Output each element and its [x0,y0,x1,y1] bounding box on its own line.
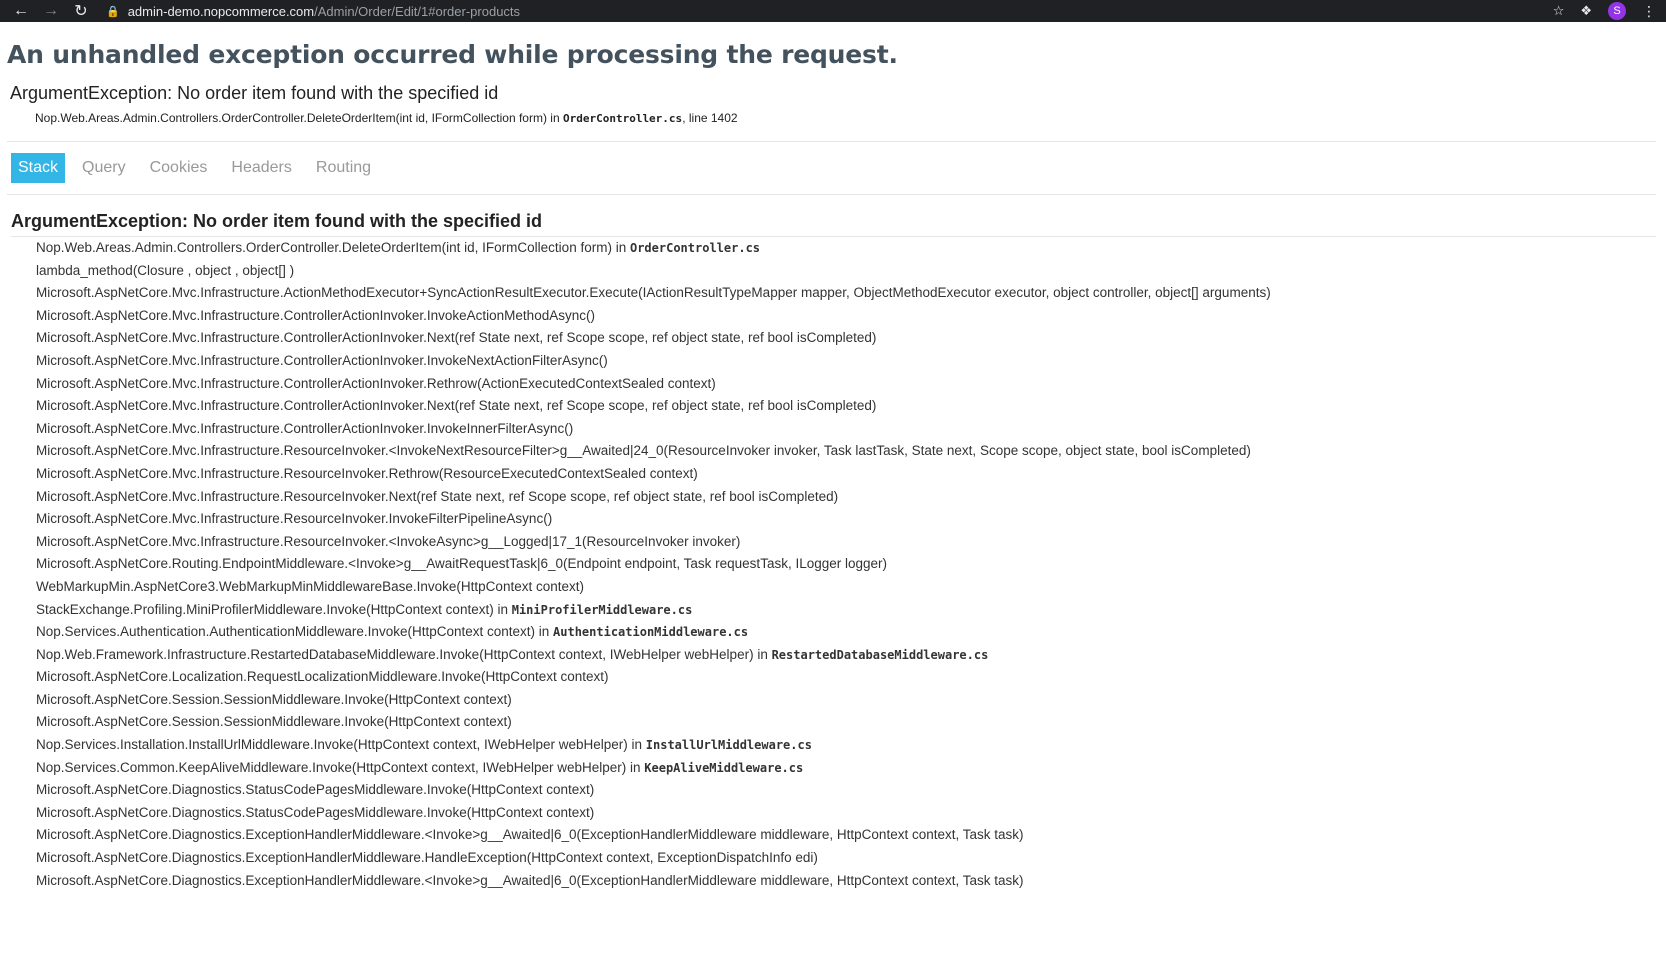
exception-message: ArgumentException: No order item found w… [10,83,499,103]
frame-method: Microsoft.AspNetCore.Mvc.Infrastructure.… [36,488,839,504]
frame-method: Microsoft.AspNetCore.Mvc.Infrastructure.… [36,352,608,368]
stack-frame[interactable]: Microsoft.AspNetCore.Mvc.Infrastructure.… [36,463,1656,486]
url-host: admin-demo.nopcommerce.com [127,3,315,19]
frame-method: Microsoft.AspNetCore.Mvc.Infrastructure.… [36,511,553,527]
bookmark-star-icon[interactable]: ☆ [1553,3,1565,19]
stack-frame[interactable]: Microsoft.AspNetCore.Mvc.Infrastructure.… [36,440,1656,463]
stack-frame[interactable]: Microsoft.AspNetCore.Mvc.Infrastructure.… [36,395,1656,418]
frame-file: KeepAliveMiddleware.cs [644,760,804,775]
page-title: An unhandled exception occurred while pr… [7,40,898,69]
stack-frame[interactable]: Nop.Web.Framework.Infrastructure.Restart… [36,644,1656,667]
stack-frame[interactable]: Microsoft.AspNetCore.Session.SessionMidd… [36,689,1656,712]
tab-stack[interactable]: Stack [11,153,66,183]
frame-file: MiniProfilerMiddleware.cs [511,602,693,617]
frame-method: Microsoft.AspNetCore.Diagnostics.Excepti… [36,827,1024,843]
frame-method: Microsoft.AspNetCore.Routing.EndpointMid… [36,556,888,572]
stack-frame[interactable]: Microsoft.AspNetCore.Diagnostics.Excepti… [36,870,1656,893]
stack-frame[interactable]: Microsoft.AspNetCore.Session.SessionMidd… [36,711,1656,734]
stack-frame[interactable]: Microsoft.AspNetCore.Mvc.Infrastructure.… [36,531,1656,554]
url-path: /Admin/Order/Edit/1#order-products [314,3,521,19]
frame-file: RestartedDatabaseMiddleware.cs [771,647,989,662]
frame-method: Microsoft.AspNetCore.Session.SessionMidd… [36,714,512,730]
stack-frame[interactable]: Microsoft.AspNetCore.Mvc.Infrastructure.… [36,508,1656,531]
frame-method: Nop.Services.Authentication.Authenticati… [36,624,554,640]
tab-query[interactable]: Query [75,153,133,183]
stack-frame[interactable]: lambda_method(Closure , object , object[… [36,260,1656,283]
location-method: Nop.Web.Areas.Admin.Controllers.OrderCon… [35,111,563,125]
frame-file: InstallUrlMiddleware.cs [645,738,812,753]
frame-method: Microsoft.AspNetCore.Mvc.Infrastructure.… [36,330,877,346]
frame-file: OrderController.cs [629,241,761,255]
stack-frame[interactable]: Microsoft.AspNetCore.Routing.EndpointMid… [36,553,1656,576]
stack-frame[interactable]: Microsoft.AspNetCore.Diagnostics.Excepti… [36,847,1656,870]
error-page: An unhandled exception occurred while pr… [0,40,1666,892]
tab-routing[interactable]: Routing [309,153,378,183]
frame-method: Microsoft.AspNetCore.Diagnostics.Excepti… [36,872,1024,888]
back-icon[interactable]: ← [10,2,32,20]
stack-frame[interactable]: Microsoft.AspNetCore.Diagnostics.StatusC… [36,779,1656,802]
stack-frame[interactable]: Microsoft.AspNetCore.Mvc.Infrastructure.… [36,350,1656,373]
address-bar[interactable]: 🔒 admin-demo.nopcommerce.com/Admin/Order… [106,4,520,19]
stack-frame[interactable]: WebMarkupMin.AspNetCore3.WebMarkupMinMid… [36,576,1656,599]
frame-method: Nop.Services.Common.KeepAliveMiddleware.… [36,759,645,775]
frame-method: Microsoft.AspNetCore.Mvc.Infrastructure.… [36,443,1251,459]
stack-frame[interactable]: Microsoft.AspNetCore.Localization.Reques… [36,666,1656,689]
frame-method: Microsoft.AspNetCore.Localization.Reques… [36,669,609,685]
browser-menu-icon[interactable]: ⋮ [1642,3,1656,20]
frame-method: Microsoft.AspNetCore.Mvc.Infrastructure.… [36,533,741,549]
stack-frame[interactable]: Microsoft.AspNetCore.Mvc.Infrastructure.… [36,373,1656,396]
frame-file: AuthenticationMiddleware.cs [553,625,749,640]
extensions-icon[interactable]: ❖ [1580,3,1592,19]
frame-method: Microsoft.AspNetCore.Session.SessionMidd… [36,691,512,707]
tab-headers[interactable]: Headers [224,153,298,183]
location-file: OrderController.cs [562,112,683,125]
frame-method: Microsoft.AspNetCore.Diagnostics.StatusC… [36,804,595,820]
frame-method: StackExchange.Profiling.MiniProfilerMidd… [36,601,512,617]
frame-method: Microsoft.AspNetCore.Diagnostics.Excepti… [36,850,818,866]
frame-method: lambda_method(Closure , object , object[… [36,262,295,278]
location-line: , line 1402 [682,111,738,125]
stack-heading: ArgumentException: No order item found w… [11,211,1656,237]
lock-icon: 🔒 [106,5,120,18]
tab-cookies[interactable]: Cookies [143,153,215,183]
reload-icon[interactable]: ↻ [70,1,92,21]
profile-avatar[interactable]: S [1608,2,1626,20]
frame-method: Microsoft.AspNetCore.Mvc.Infrastructure.… [36,398,877,414]
stack-frame[interactable]: StackExchange.Profiling.MiniProfilerMidd… [36,599,1656,622]
frame-method: Microsoft.AspNetCore.Mvc.Infrastructure.… [36,375,716,391]
frame-method: Nop.Web.Framework.Infrastructure.Restart… [36,646,772,662]
frame-method: WebMarkupMin.AspNetCore3.WebMarkupMinMid… [36,578,584,594]
forward-icon[interactable]: → [40,2,62,20]
stack-frame[interactable]: Nop.Services.Authentication.Authenticati… [36,621,1656,644]
stack-frame[interactable]: Microsoft.AspNetCore.Mvc.Infrastructure.… [36,305,1656,328]
frame-method: Microsoft.AspNetCore.Mvc.Infrastructure.… [36,285,1271,301]
frame-method: Microsoft.AspNetCore.Mvc.Infrastructure.… [36,465,698,481]
stack-frame[interactable]: Microsoft.AspNetCore.Mvc.Infrastructure.… [36,418,1656,441]
stack-frame[interactable]: Nop.Web.Areas.Admin.Controllers.OrderCon… [36,237,1656,260]
stack-frame[interactable]: Microsoft.AspNetCore.Diagnostics.Excepti… [36,824,1656,847]
browser-toolbar: ← → ↻ 🔒 admin-demo.nopcommerce.com/Admin… [0,0,1666,22]
stack-frame[interactable]: Nop.Services.Installation.InstallUrlMidd… [36,734,1656,757]
stack-frame[interactable]: Nop.Services.Common.KeepAliveMiddleware.… [36,757,1656,780]
tab-bar: Stack Query Cookies Headers Routing [7,141,1656,195]
frame-method: Microsoft.AspNetCore.Mvc.Infrastructure.… [36,307,595,323]
stack-frame-list: Nop.Web.Areas.Admin.Controllers.OrderCon… [7,237,1656,892]
frame-method: Microsoft.AspNetCore.Diagnostics.StatusC… [36,782,595,798]
frame-method: Nop.Services.Installation.InstallUrlMidd… [36,737,646,753]
stack-frame[interactable]: Microsoft.AspNetCore.Mvc.Infrastructure.… [36,282,1656,305]
stack-frame[interactable]: Microsoft.AspNetCore.Diagnostics.StatusC… [36,802,1656,825]
exception-location: Nop.Web.Areas.Admin.Controllers.OrderCon… [35,111,1656,125]
stack-frame[interactable]: Microsoft.AspNetCore.Mvc.Infrastructure.… [36,486,1656,509]
frame-method: Nop.Web.Areas.Admin.Controllers.OrderCon… [36,240,630,255]
frame-method: Microsoft.AspNetCore.Mvc.Infrastructure.… [36,420,574,436]
stack-frame[interactable]: Microsoft.AspNetCore.Mvc.Infrastructure.… [36,327,1656,350]
